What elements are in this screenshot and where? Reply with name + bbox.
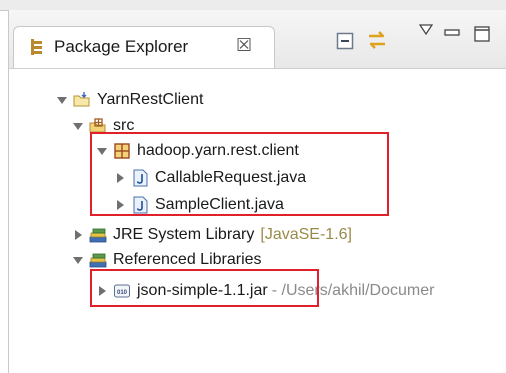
tree-item-project[interactable]: YarnRestClient <box>55 87 203 113</box>
tab-package-explorer[interactable]: Package Explorer ☒ <box>13 26 275 68</box>
chevron-down-icon[interactable] <box>71 119 85 133</box>
jre-version-decoration: [JavaSE-1.6] <box>260 226 352 243</box>
package-explorer-icon <box>31 39 42 55</box>
collapse-all-icon[interactable] <box>336 32 354 50</box>
chevron-down-icon[interactable] <box>71 253 85 267</box>
library-icon <box>89 253 107 268</box>
chevron-right-icon[interactable] <box>71 228 85 242</box>
highlight-box-jar <box>90 269 319 307</box>
tree-item-jre-library[interactable]: JRE System Library [JavaSE-1.6] <box>71 222 352 248</box>
tree-item-label: JRE System Library <box>113 226 255 243</box>
view-tab-bar: Package Explorer ☒ <box>9 10 506 69</box>
chevron-down-icon[interactable] <box>55 93 69 107</box>
close-icon[interactable]: ☒ <box>236 35 252 56</box>
tab-title: Package Explorer <box>54 37 189 56</box>
tree-item-label: Referenced Libraries <box>113 251 262 268</box>
maximize-icon[interactable] <box>474 26 490 42</box>
project-folder-icon <box>73 92 90 107</box>
view-menu-icon[interactable] <box>419 24 433 36</box>
link-with-editor-icon[interactable] <box>365 28 389 52</box>
package-explorer-view: Package Explorer ☒ YarnRestClient src ha… <box>8 10 506 373</box>
library-icon <box>89 228 107 243</box>
minimize-icon[interactable] <box>444 28 460 38</box>
highlight-box-package <box>90 132 389 216</box>
tree-item-label: YarnRestClient <box>97 91 204 108</box>
